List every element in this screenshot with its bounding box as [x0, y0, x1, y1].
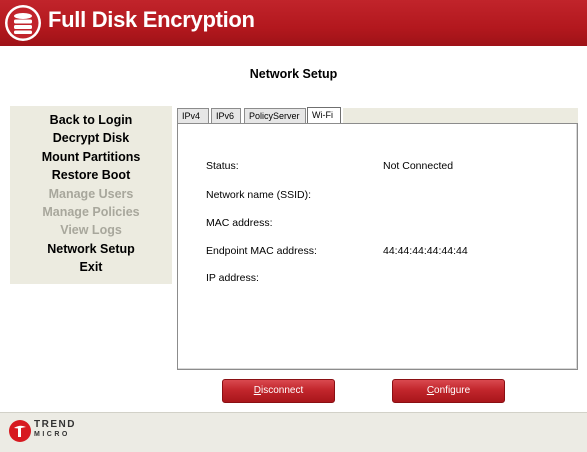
disk-encryption-logo-icon	[5, 5, 41, 41]
sidebar-item-network-setup[interactable]: Network Setup	[10, 242, 172, 256]
footer: TREND MICRO	[0, 412, 587, 452]
tab-ipv4[interactable]: IPv4	[177, 108, 209, 124]
tab-strip-background	[343, 108, 578, 124]
status-label: Status:	[206, 160, 239, 172]
sidebar-item-manage-policies: Manage Policies	[42, 205, 140, 219]
ip-address-label: IP address:	[206, 272, 259, 284]
disconnect-mnemonic: D	[253, 385, 261, 396]
configure-button[interactable]: Configure	[392, 379, 505, 403]
sidebar-item-back-to-login[interactable]: Back to Login	[10, 113, 172, 127]
sidebar-item-manage-users: Manage Users	[48, 187, 134, 201]
disconnect-label: isconnect	[260, 385, 304, 396]
sidebar-item-restore-boot[interactable]: Restore Boot	[10, 168, 172, 182]
sidebar-item-exit[interactable]: Exit	[10, 260, 172, 274]
page-title: Network Setup	[249, 67, 338, 81]
tab-policyserver[interactable]: PolicyServer	[244, 108, 306, 124]
sidebar: Back to Login Decrypt Disk Mount Partiti…	[10, 106, 172, 284]
brand-wordmark: TREND MICRO	[34, 420, 76, 440]
mac-address-label: MAC address:	[206, 217, 273, 229]
brand-wordmark-top: TREND	[34, 419, 76, 430]
configure-label: onfigure	[434, 385, 471, 396]
configure-mnemonic: C	[426, 385, 435, 396]
sidebar-item-mount-partitions[interactable]: Mount Partitions	[10, 150, 172, 164]
app-title: Full Disk Encryption	[48, 7, 255, 32]
brand-wordmark-bottom: MICRO	[34, 431, 70, 438]
status-value: Not Connected	[383, 160, 454, 172]
sidebar-item-decrypt-disk[interactable]: Decrypt Disk	[10, 131, 172, 145]
tab-ipv6[interactable]: IPv6	[211, 108, 241, 124]
sidebar-item-view-logs: View Logs	[60, 223, 122, 237]
endpoint-mac-address-value: 44:44:44:44:44:44	[383, 245, 468, 257]
app-header: Full Disk Encryption	[0, 0, 587, 46]
endpoint-mac-address-label: Endpoint MAC address:	[206, 245, 317, 257]
trend-micro-logo-icon	[9, 420, 31, 442]
disconnect-button[interactable]: Disconnect	[222, 379, 335, 403]
ssid-label: Network name (SSID):	[206, 189, 312, 201]
